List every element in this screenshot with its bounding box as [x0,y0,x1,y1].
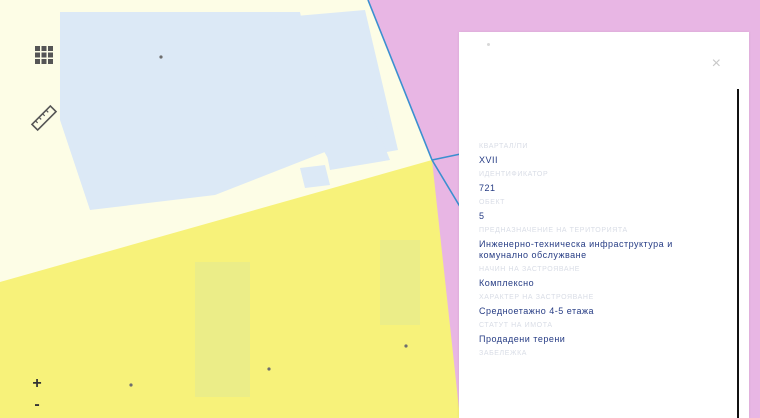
field-value-object: 5 [479,211,485,221]
field-label-identifier: ИДЕНТИФИКАТОР [479,171,549,178]
panel-dot [487,43,490,46]
feature-info-panel: × КВАРТАЛ/ПИ XVII ИДЕНТИФИКАТОР 721 ОБЕК… [459,32,749,418]
grid-icon [35,46,53,64]
field-label-note: ЗАБЕЛЕЖКА [479,350,528,357]
field-label-quarter: КВАРТАЛ/ПИ [479,143,529,150]
measure-ruler-button[interactable] [27,101,61,135]
field-label-purpose: ПРЕДНАЗНАЧЕНИЕ НА ТЕРИТОРИЯТА [479,227,628,234]
zoom-out-button[interactable]: - [26,395,48,415]
layers-grid-button[interactable] [27,38,61,72]
field-label-build-method: НАЧИН НА ЗАСТРОЯВАНЕ [479,266,581,273]
field-label-object: ОБЕКТ [479,199,506,206]
zoom-in-button[interactable]: + [26,374,48,394]
close-panel-button[interactable]: × [712,56,721,72]
panel-scrollbar[interactable] [737,89,739,418]
ruler-icon [30,104,58,132]
field-value-status: Продадени терени [479,334,566,344]
attribute-list: КВАРТАЛ/ПИ XVII ИДЕНТИФИКАТОР 721 ОБЕКТ … [479,138,714,359]
field-label-status: СТАТУТ НА ИМОТА [479,322,553,329]
field-value-identifier: 721 [479,183,496,193]
field-value-build-method: Комплексно [479,278,535,288]
field-value-purpose: Инженерно-техническа инфраструктура и ко… [479,239,673,260]
field-value-quarter: XVII [479,155,499,165]
field-value-build-character: Средноетажно 4-5 етажа [479,306,595,316]
field-label-build-character: ХАРАКТЕР НА ЗАСТРОЯВАНЕ [479,294,594,301]
